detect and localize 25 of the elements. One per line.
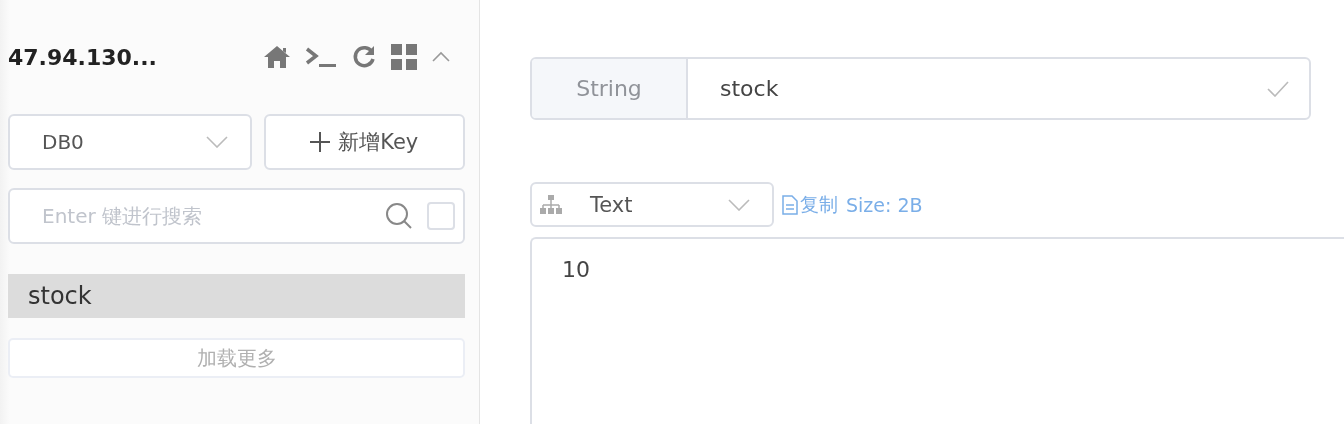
key-name-field[interactable]: stock	[718, 75, 1267, 102]
collapse-icon[interactable]	[431, 51, 451, 63]
hierarchy-icon	[540, 194, 562, 215]
document-icon	[782, 194, 798, 215]
search-field[interactable]: Enter 键进行搜索	[40, 203, 371, 229]
chevron-down-icon	[205, 136, 228, 148]
chevron-down-icon	[728, 198, 750, 211]
check-icon[interactable]	[1267, 80, 1289, 97]
format-select[interactable]: Text	[530, 182, 774, 227]
search-icon[interactable]	[385, 202, 413, 230]
key-type-label: String	[532, 59, 688, 118]
exact-match-checkbox[interactable]	[427, 202, 455, 230]
value-editor[interactable]: 10	[530, 237, 1344, 424]
grid-icon[interactable]	[391, 44, 417, 70]
connection-title: 47.94.130...	[8, 44, 158, 70]
terminal-icon[interactable]	[305, 46, 337, 68]
plus-icon	[310, 132, 331, 152]
search-box[interactable]: Enter 键进行搜索	[8, 188, 465, 244]
home-icon[interactable]	[263, 45, 291, 69]
new-key-button[interactable]: 新增Key	[263, 114, 465, 170]
database-select[interactable]: DB0	[8, 114, 252, 170]
key-list-item[interactable]: stock	[8, 274, 465, 318]
key-header-box[interactable]: String stock	[530, 57, 1311, 120]
refresh-icon[interactable]	[351, 44, 377, 70]
size-label: Size: 2B	[846, 193, 923, 216]
